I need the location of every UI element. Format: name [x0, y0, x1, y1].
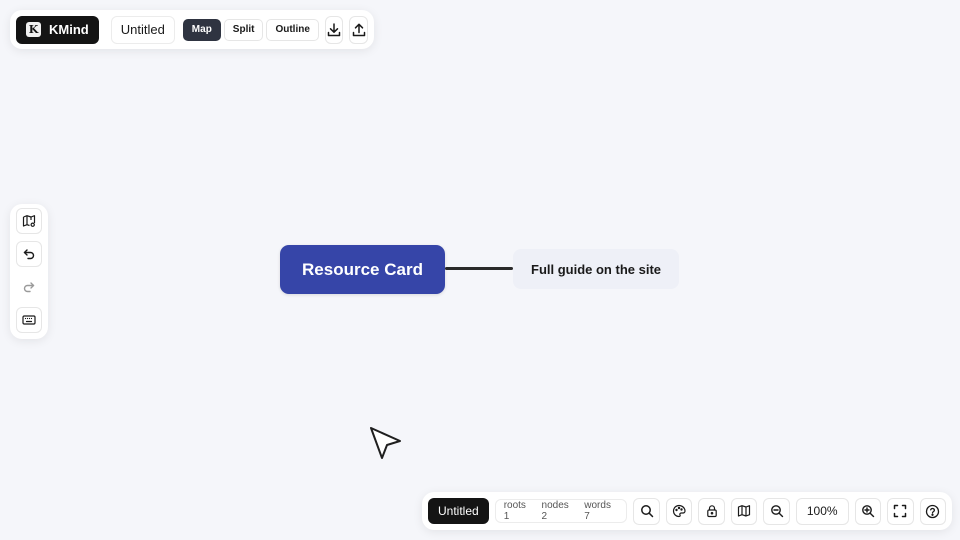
- undo-icon: [23, 249, 35, 260]
- theme-button[interactable]: [665, 497, 693, 525]
- view-mode-group: Map Split Outline: [182, 18, 319, 41]
- document-stats: roots 1 nodes 2 words 7: [494, 499, 628, 523]
- roots-count: roots 1: [503, 500, 526, 522]
- zoom-in-button[interactable]: [854, 497, 882, 525]
- root-node[interactable]: Resource Card: [280, 245, 445, 294]
- words-count: words 7: [584, 500, 611, 522]
- map-settings-button[interactable]: [16, 208, 42, 234]
- zoom-in-icon: [861, 505, 874, 518]
- lock-button[interactable]: [698, 497, 725, 525]
- theme-icon: [673, 504, 686, 518]
- brand-button[interactable]: K KMind: [16, 15, 99, 44]
- upload-icon: [352, 23, 365, 36]
- view-outline-button[interactable]: Outline: [266, 18, 319, 41]
- redo-icon: [23, 282, 35, 293]
- redo-button[interactable]: [16, 274, 42, 300]
- fullscreen-icon: [894, 504, 907, 518]
- bottom-toolbar: Untitled roots 1 nodes 2 words 7 100%: [422, 492, 952, 530]
- top-toolbar: K KMind Untitled Map Split Outline: [10, 10, 374, 49]
- nodes-count: nodes 2: [541, 500, 569, 522]
- map-icon: [738, 505, 751, 517]
- minimap-button[interactable]: [730, 497, 758, 525]
- brand-name: KMind: [49, 22, 89, 37]
- zoom-out-button[interactable]: [763, 497, 790, 525]
- search-icon: [640, 505, 653, 518]
- brand-logo: K: [26, 22, 41, 37]
- download-button[interactable]: [324, 15, 344, 44]
- download-icon: [327, 22, 341, 36]
- help-icon: [926, 504, 940, 518]
- left-toolbar: [10, 204, 48, 339]
- fullscreen-button[interactable]: [887, 497, 914, 525]
- keyboard-shortcuts-button[interactable]: [16, 307, 42, 333]
- map-settings-icon: [22, 215, 36, 227]
- zoom-out-icon: [770, 505, 783, 518]
- search-button[interactable]: [633, 497, 660, 525]
- status-document-title[interactable]: Untitled: [428, 498, 489, 524]
- zoom-level-display[interactable]: 100%: [795, 497, 849, 525]
- mouse-cursor-icon: [370, 427, 401, 459]
- child-node[interactable]: Full guide on the site: [513, 249, 679, 289]
- keyboard-icon: [22, 315, 36, 325]
- help-button[interactable]: [919, 497, 947, 525]
- undo-button[interactable]: [16, 241, 42, 267]
- document-title[interactable]: Untitled: [110, 15, 175, 44]
- view-split-button[interactable]: Split: [223, 18, 264, 41]
- mindmap-edge: [445, 267, 513, 270]
- lock-icon: [706, 505, 717, 518]
- view-map-button[interactable]: Map: [182, 18, 221, 41]
- upload-button[interactable]: [349, 15, 368, 44]
